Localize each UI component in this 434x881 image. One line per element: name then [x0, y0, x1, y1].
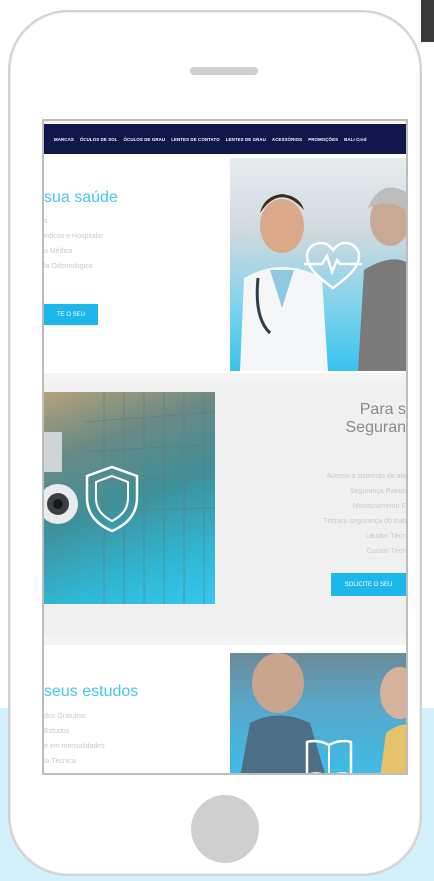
- nav-item-promocoes[interactable]: PROMOÇÕES: [308, 137, 338, 142]
- studies-line: Estudos: [44, 728, 70, 735]
- phone-speaker: [190, 67, 258, 75]
- nav-item-lentes-contato[interactable]: LENTES DE CONTATO: [171, 137, 220, 142]
- studies-line: dos Gratuitos: [44, 713, 86, 720]
- studies-line: la Técnica: [44, 758, 76, 765]
- doctors-photo: [230, 158, 406, 371]
- shield-icon: [84, 464, 140, 539]
- security-camera-photo: [44, 392, 215, 604]
- security-line: Cursos Técn: [366, 548, 406, 555]
- nav-item-oculos-grau[interactable]: ÓCULOS DE GRAU: [124, 137, 166, 142]
- phone-screen: MARCAS ÓCULOS DE SOL ÓCULOS DE GRAU LENT…: [42, 119, 408, 775]
- phone-home-button[interactable]: [191, 795, 259, 863]
- health-request-button[interactable]: TE O SEU: [44, 304, 98, 325]
- nav-item-lentes-grau[interactable]: LENTES DE GRAU: [226, 137, 266, 142]
- top-nav: MARCAS ÓCULOS DE SOL ÓCULOS DE GRAU LENT…: [44, 124, 406, 154]
- students-photo: [230, 653, 406, 773]
- studies-line: e em mensalidades: [44, 743, 105, 750]
- studies-heading: seus estudos: [44, 683, 139, 700]
- security-heading: Para s Seguran: [346, 401, 407, 437]
- nav-item-bali-cred[interactable]: BALI Cred: [344, 137, 366, 142]
- background-dark-corner: [421, 0, 434, 42]
- nav-item-oculos-sol[interactable]: ÓCULOS DE SOL: [80, 137, 118, 142]
- security-section: Para s Seguran Acesso à sistemas de ala …: [44, 383, 406, 635]
- security-line: Acesso à sistemas de ala: [326, 473, 406, 480]
- book-icon: [304, 737, 354, 773]
- health-line: édicos e Hospitalar: [44, 233, 104, 240]
- security-line: Laudos Técn: [365, 533, 406, 540]
- heart-pulse-icon: [304, 240, 362, 297]
- security-line: Segurança Patrim: [349, 488, 406, 495]
- nav-item-acessorios[interactable]: ACESSÓRIOS: [272, 137, 302, 142]
- health-heading: sua saúde: [44, 189, 118, 206]
- health-line: s: [44, 218, 48, 225]
- health-line: o Médica: [44, 248, 73, 255]
- security-line: Monitoramento E: [352, 503, 406, 510]
- security-benefits-list: Acesso à sistemas de ala Segurança Patri…: [323, 469, 406, 559]
- studies-section: seus estudos dos Gratuitos Estudos e em …: [44, 645, 406, 773]
- health-section: sua saúde s édicos e Hospitalar o Médica…: [44, 154, 406, 373]
- nav-item-marcas[interactable]: MARCAS: [54, 137, 74, 142]
- security-line: Técnico segurança do trab: [323, 518, 406, 525]
- health-benefits-list: s édicos e Hospitalar o Médica la Odonto…: [44, 214, 104, 274]
- security-heading-line1: Para s: [359, 401, 406, 418]
- studies-benefits-list: dos Gratuitos Estudos e em mensalidades …: [44, 709, 105, 769]
- security-request-button[interactable]: SOLICITE O SEU: [331, 573, 406, 596]
- health-line: la Odontológica: [44, 263, 93, 270]
- security-heading-line2: Seguran: [345, 419, 407, 436]
